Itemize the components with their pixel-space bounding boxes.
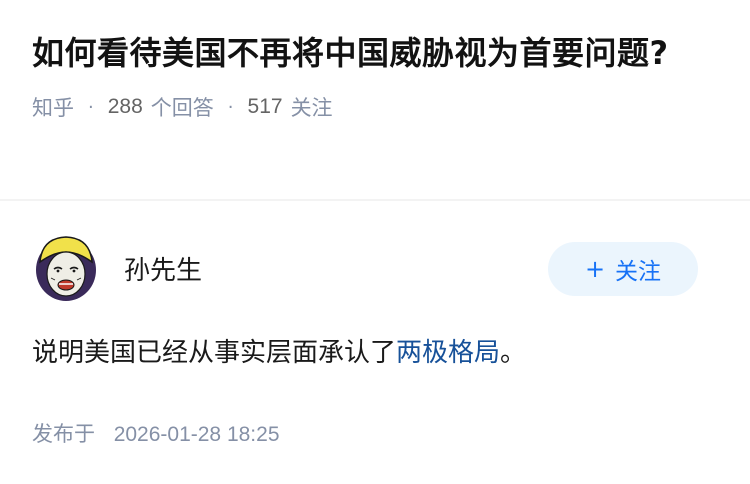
question-header: 如何看待美国不再将中国威胁视为首要问题? 知乎 · 288 个回答 · 517 …: [32, 28, 722, 122]
publish-time: 2026-01-28 18:25: [113, 423, 280, 446]
author-row: 孙先生 + 关注: [32, 232, 698, 304]
follow-button-label: 关注: [615, 259, 662, 285]
question-title[interactable]: 如何看待美国不再将中国威胁视为首要问题?: [32, 28, 722, 78]
answer-text-end: 。: [500, 338, 527, 368]
answer-content: 说明美国已经从事实层面承认了两极格局。: [32, 333, 526, 373]
answer-text: 说明美国已经从事实层面承认了: [32, 338, 397, 368]
follower-count: 517: [247, 95, 283, 118]
plus-icon: +: [584, 255, 606, 283]
avatar[interactable]: [32, 234, 100, 302]
cartoon-face-avatar-icon: [36, 236, 96, 301]
section-divider: [0, 199, 750, 201]
answer-count: 288: [107, 95, 143, 118]
source-label[interactable]: 知乎: [32, 92, 74, 122]
question-meta: 知乎 · 288 个回答 · 517 关注: [32, 92, 722, 122]
publish-label: 发布于: [32, 422, 95, 446]
follow-button[interactable]: + 关注: [548, 242, 698, 296]
publish-info: 发布于 2026-01-28 18:25: [32, 418, 280, 448]
answer-count-label: 个回答: [150, 96, 214, 120]
follower-count-label: 关注: [290, 96, 333, 120]
author-name[interactable]: 孙先生: [124, 250, 202, 287]
meta-separator: ·: [88, 96, 94, 118]
meta-separator: ·: [227, 96, 234, 118]
answer-link[interactable]: 两极格局: [396, 338, 500, 368]
